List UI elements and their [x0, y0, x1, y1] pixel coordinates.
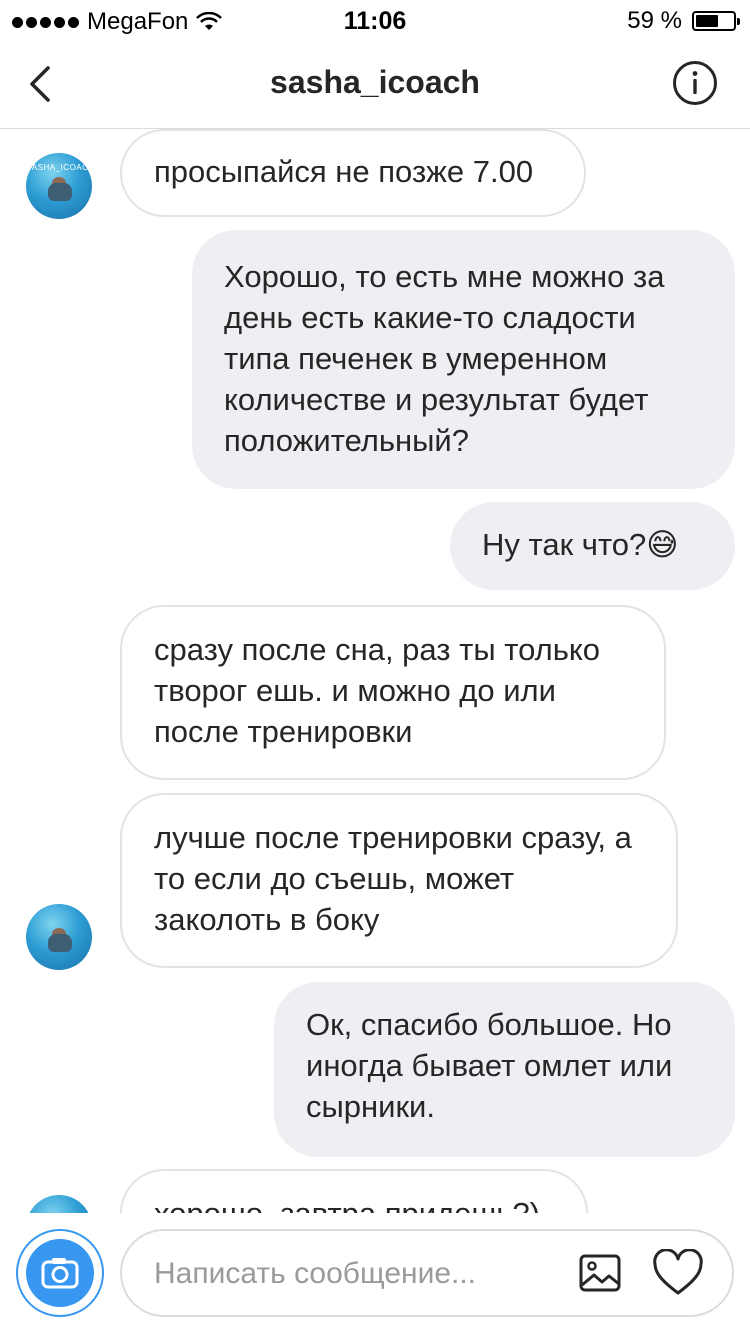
message-thread[interactable]: SASHA_ICOACH просыпайся не позже 7.00 Хо… [0, 129, 750, 1213]
message-text: лучше после тренировки сразу, а то если … [154, 820, 632, 937]
message-text: Хорошо, то есть мне можно за день есть к… [224, 259, 665, 458]
message-bubble-incoming[interactable]: лучше после тренировки сразу, а то если … [120, 793, 678, 968]
message-bubble-incoming[interactable]: просыпайся не позже 7.00 [120, 129, 586, 217]
message-text: хорошо, завтра придешь?) [154, 1196, 540, 1213]
avatar[interactable]: SASHA_ICOACH [26, 153, 92, 219]
message-bubble-incoming[interactable]: хорошо, завтра придешь?) [120, 1169, 588, 1213]
gallery-icon[interactable] [578, 1251, 622, 1295]
message-input-container[interactable] [120, 1229, 734, 1317]
message-bubble-outgoing[interactable]: Хорошо, то есть мне можно за день есть к… [192, 230, 735, 489]
composer-bar [0, 1213, 750, 1334]
message-bubble-outgoing[interactable]: Ок, спасибо большое. Но иногда бывает ом… [274, 982, 735, 1157]
battery-icon [692, 11, 740, 31]
conversation-title[interactable]: sasha_icoach [0, 64, 750, 101]
heart-icon[interactable] [652, 1249, 704, 1297]
message-text: Ну так что?😅 [482, 527, 679, 562]
avatar[interactable] [26, 1195, 92, 1213]
status-bar: MegaFon 11:06 59 % [0, 0, 750, 40]
camera-button[interactable] [16, 1229, 104, 1317]
avatar-label: SASHA_ICOACH [26, 163, 92, 172]
avatar[interactable] [26, 904, 92, 970]
message-input[interactable] [152, 1251, 556, 1297]
message-bubble-outgoing[interactable]: Ну так что?😅 [450, 502, 735, 590]
message-bubble-incoming[interactable]: сразу после сна, раз ты только творог еш… [120, 605, 666, 780]
message-text: сразу после сна, раз ты только творог еш… [154, 632, 601, 749]
camera-icon [41, 1258, 79, 1289]
message-text: просыпайся не позже 7.00 [154, 154, 534, 189]
battery-percent: 59 % [627, 7, 682, 34]
battery-group: 59 % [627, 7, 740, 35]
conversation-header: sasha_icoach [0, 40, 750, 129]
message-text: Ок, спасибо большое. Но иногда бывает ом… [306, 1007, 673, 1124]
info-icon[interactable] [672, 60, 718, 106]
